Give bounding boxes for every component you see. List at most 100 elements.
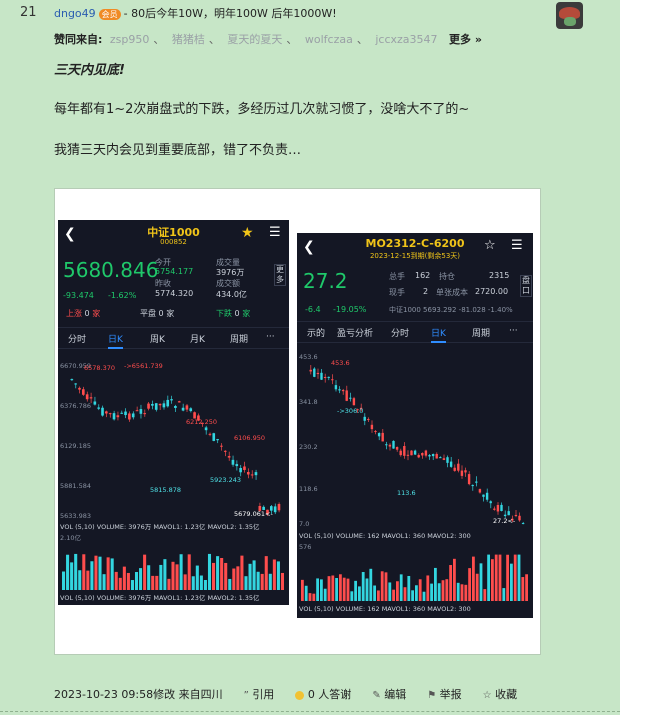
- candle: [377, 433, 381, 437]
- candle: [446, 457, 449, 463]
- source-user[interactable]: wolfczaa: [305, 33, 353, 46]
- candle: [101, 407, 104, 416]
- volume-bar: [384, 572, 388, 601]
- report-icon: ⚑: [427, 689, 437, 701]
- candle: [231, 459, 235, 465]
- source-user[interactable]: jccxza3547: [375, 33, 437, 46]
- volume-bar: [475, 573, 479, 601]
- volume-bar: [339, 574, 342, 601]
- favorite-link[interactable]: 收藏: [495, 688, 517, 701]
- candle: [116, 415, 120, 418]
- candle: [410, 450, 413, 456]
- candle: [421, 452, 424, 456]
- volume-bar: [487, 554, 490, 601]
- index-price: 5680.846: [63, 258, 159, 282]
- tab-period[interactable]: 周期: [472, 326, 490, 339]
- tab-intraday[interactable]: 分时: [391, 326, 409, 339]
- volume-bar: [240, 555, 244, 590]
- candle: [89, 397, 93, 399]
- edit-link[interactable]: 编辑: [384, 688, 406, 701]
- floor-number: 21: [20, 5, 37, 20]
- candle: [177, 401, 181, 403]
- volume-bar: [183, 574, 187, 590]
- volume-bar: [167, 578, 171, 590]
- volume-bar: [147, 565, 151, 590]
- candle: [485, 492, 489, 500]
- volume-bar: [212, 562, 216, 590]
- post-time: 2023-10-23 09:58修改 来自四川: [54, 688, 223, 701]
- volume-bar: [399, 574, 403, 601]
- candle: [220, 445, 223, 447]
- thanks-link[interactable]: 0 人答谢: [308, 688, 352, 701]
- volume-bar: [102, 574, 106, 590]
- volume-bar: [373, 585, 376, 601]
- volume-bar: [327, 576, 331, 601]
- quote-link[interactable]: 引用: [252, 688, 274, 701]
- candle: [273, 506, 277, 513]
- candle: [277, 504, 281, 511]
- menu-icon: ☰: [269, 225, 281, 240]
- candle: [403, 446, 406, 456]
- volume-bar: [94, 555, 98, 590]
- volume-bar: [415, 585, 418, 601]
- volume-bar: [203, 579, 207, 590]
- volume-bar: [276, 561, 280, 590]
- volume-bar: [256, 571, 260, 590]
- source-user[interactable]: 夏天的夏天: [227, 33, 282, 46]
- volume-bar: [272, 559, 276, 590]
- vip-badge: 会员: [98, 8, 121, 20]
- volume-bar: [506, 554, 509, 601]
- candle: [223, 450, 227, 452]
- volume-bar: [199, 575, 203, 590]
- author-link[interactable]: dngo49: [54, 7, 96, 20]
- tab-more[interactable]: ···: [509, 326, 518, 336]
- report-link[interactable]: 举报: [440, 688, 462, 701]
- candle: [399, 450, 402, 456]
- volume-bar: [301, 579, 304, 601]
- candle: [475, 481, 478, 483]
- candle: [316, 372, 320, 375]
- volume-bar: [479, 563, 483, 601]
- candle: [70, 379, 74, 381]
- candle: [254, 472, 258, 476]
- volume-bar: [441, 580, 445, 601]
- volume-bar: [365, 578, 369, 601]
- tab-weekly[interactable]: 周K: [150, 332, 165, 345]
- favorite-icon: ☆: [482, 689, 492, 701]
- candle: [331, 379, 334, 381]
- tab-shows[interactable]: 示的: [307, 326, 325, 339]
- candle: [216, 439, 219, 441]
- volume-bar: [403, 587, 407, 601]
- tab-more[interactable]: ···: [266, 332, 275, 342]
- candle: [174, 405, 177, 408]
- more-sources-link[interactable]: 更多 »: [449, 33, 482, 46]
- tab-daily[interactable]: 日K: [108, 332, 123, 349]
- volume-bar: [407, 575, 411, 601]
- candle: [464, 470, 467, 473]
- tab-daily[interactable]: 日K: [431, 326, 446, 343]
- tab-period[interactable]: 周期: [230, 332, 248, 345]
- option-title: MO2312-C-6200: [365, 237, 465, 250]
- candle: [385, 444, 388, 446]
- avatar[interactable]: [556, 2, 583, 29]
- post-header: dngo49 会员 - 80后今年10W，明年100W 后年1000W!: [54, 5, 337, 21]
- post-divider: [0, 711, 620, 712]
- candle: [212, 433, 216, 441]
- tab-monthly[interactable]: 月K: [190, 332, 205, 345]
- candle: [457, 463, 460, 471]
- volume-bar: [106, 557, 110, 590]
- volume-bar: [207, 553, 212, 590]
- candle: [108, 413, 112, 415]
- candle: [442, 458, 446, 460]
- source-user[interactable]: 猪猪桔: [172, 33, 205, 46]
- tab-intraday[interactable]: 分时: [68, 332, 86, 345]
- volume-chart: [301, 554, 528, 601]
- candle: [370, 424, 374, 430]
- tab-pnl[interactable]: 盈亏分析: [337, 326, 373, 339]
- right-margin: [620, 0, 645, 715]
- candle: [435, 453, 438, 459]
- candle: [341, 390, 345, 392]
- candle: [309, 369, 312, 372]
- quote-icon: ”: [243, 689, 249, 701]
- source-user[interactable]: zsp950: [110, 33, 149, 46]
